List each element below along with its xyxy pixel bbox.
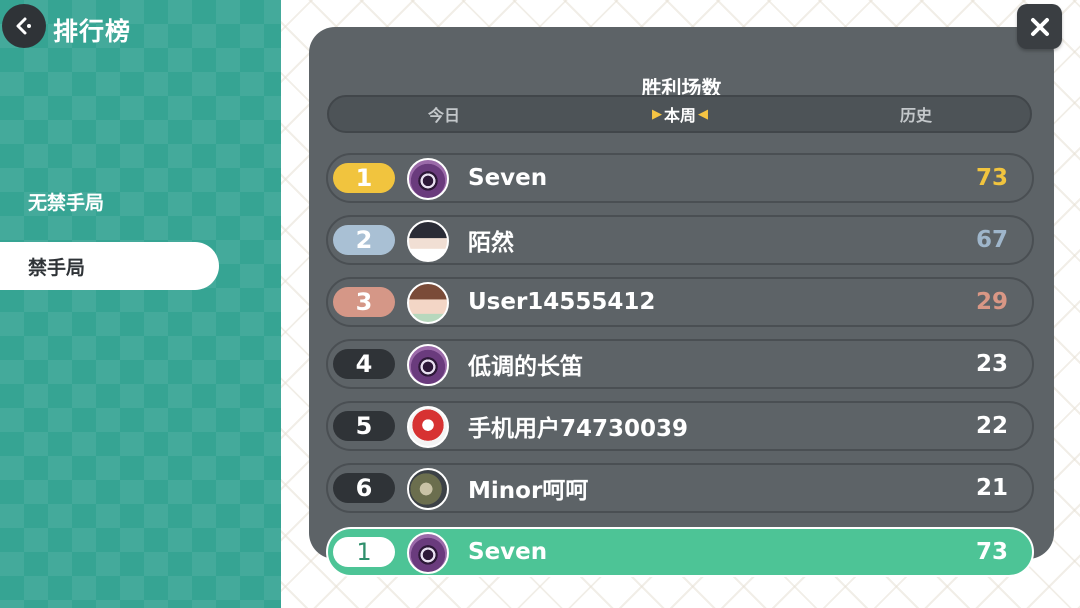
tab-history[interactable]: 历史 <box>861 97 971 131</box>
avatar[interactable] <box>407 282 449 324</box>
sidebar-item-no-restriction[interactable]: 无禁手局 <box>0 177 219 225</box>
rank-badge: 5 <box>333 411 395 441</box>
win-count: 73 <box>975 165 1008 191</box>
back-button[interactable] <box>2 4 46 48</box>
sidebar-item-label: 无禁手局 <box>28 191 105 214</box>
tab-label: 今日 <box>427 106 460 125</box>
rank-badge: 1 <box>333 537 395 567</box>
player-name: User14555412 <box>468 289 656 315</box>
avatar[interactable] <box>407 220 449 262</box>
leaderboard-row[interactable]: 1 Seven 73 <box>326 153 1034 203</box>
leaderboard-row[interactable]: 5 手机用户74730039 22 <box>326 401 1034 451</box>
player-name: 低调的长笛 <box>468 354 583 380</box>
player-name: 陌然 <box>468 230 514 256</box>
player-name: Seven <box>468 165 548 191</box>
tab-label: 本周 <box>663 106 696 125</box>
tab-this-week[interactable]: ▶ 本周 ◀ <box>625 97 735 131</box>
avatar[interactable] <box>407 158 449 200</box>
avatar[interactable] <box>407 406 449 448</box>
rank-badge: 1 <box>333 163 395 193</box>
rank-badge: 6 <box>333 473 395 503</box>
arrow-right-icon: ▶ <box>651 106 662 122</box>
win-count: 21 <box>975 475 1008 501</box>
player-name: Seven <box>468 539 548 565</box>
rank-badge: 3 <box>333 287 395 317</box>
win-count: 23 <box>975 351 1008 377</box>
player-name: Minor呵呵 <box>468 478 589 504</box>
close-button[interactable] <box>1017 4 1062 49</box>
win-count: 29 <box>975 289 1008 315</box>
period-tabs: 今日 ▶ 本周 ◀ 历史 <box>327 95 1032 133</box>
player-name: 手机用户74730039 <box>468 416 689 442</box>
arrow-left-icon: ◀ <box>698 106 708 122</box>
sidebar: 排行榜 无禁手局 禁手局 <box>0 0 281 608</box>
tab-today[interactable]: 今日 <box>389 97 499 131</box>
win-count: 67 <box>975 227 1008 253</box>
page-title: 排行榜 <box>53 17 132 46</box>
leaderboard-row[interactable]: 2 陌然 67 <box>326 215 1034 265</box>
avatar[interactable] <box>407 468 449 510</box>
tab-label: 历史 <box>899 106 932 125</box>
leaderboard-row[interactable]: 6 Minor呵呵 21 <box>326 463 1034 513</box>
sidebar-item-label: 禁手局 <box>28 256 86 279</box>
avatar[interactable] <box>407 344 449 386</box>
avatar[interactable] <box>407 532 449 574</box>
leaderboard-row[interactable]: 3 User14555412 29 <box>326 277 1034 327</box>
win-count: 22 <box>975 413 1008 439</box>
current-user-row[interactable]: 1 Seven 73 <box>326 527 1034 577</box>
close-icon <box>1030 17 1049 36</box>
sidebar-item-restriction[interactable]: 禁手局 <box>0 242 219 290</box>
rank-badge: 2 <box>333 225 395 255</box>
back-arrow-icon <box>16 17 31 35</box>
rank-badge: 4 <box>333 349 395 379</box>
leaderboard-row[interactable]: 4 低调的长笛 23 <box>326 339 1034 389</box>
win-count: 73 <box>975 539 1008 565</box>
